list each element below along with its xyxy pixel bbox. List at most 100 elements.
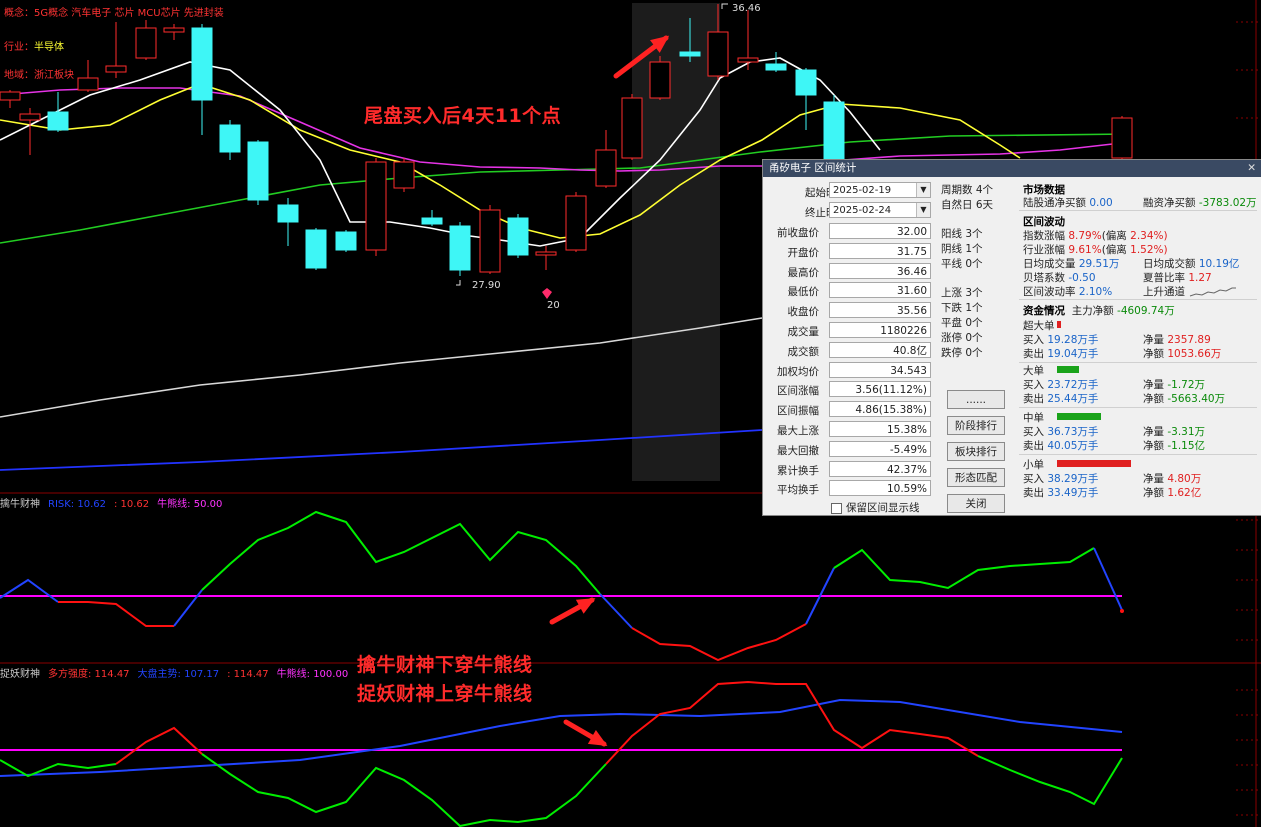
stat-label-text: 成交量 bbox=[787, 326, 820, 338]
sell-label: 卖出 bbox=[1023, 348, 1044, 360]
keep-range-checkbox[interactable]: 保留区间显示线 bbox=[831, 500, 920, 515]
indicator1-segment bbox=[599, 593, 633, 629]
start-time-value: 2025-02-19 bbox=[833, 185, 892, 196]
candle bbox=[649, 56, 671, 100]
concept-line: 概念：5G概念 汽车电子 芯片 MCU芯片 先进封装 bbox=[4, 4, 224, 19]
order-net: 净量 -3.31万 bbox=[1143, 424, 1205, 439]
indicator1-bullbear: 牛熊线: 50.00 bbox=[157, 499, 223, 510]
indicator1-name[interactable]: 擒牛财神 bbox=[0, 499, 40, 510]
industry-deviation-value: 1.52%) bbox=[1130, 244, 1168, 256]
stat-value: 1180226 bbox=[829, 322, 931, 338]
chevron-down-icon[interactable]: ▼ bbox=[916, 183, 930, 197]
stat-label-text: 前收盘价 bbox=[777, 227, 819, 239]
net-label: 净量 bbox=[1143, 379, 1164, 391]
industry-change-label: 行业涨幅 bbox=[1023, 244, 1065, 256]
candle bbox=[479, 205, 501, 274]
candle bbox=[1111, 116, 1133, 160]
candle bbox=[365, 158, 387, 256]
net-amount-value: -5663.40万 bbox=[1167, 393, 1226, 405]
candle-body bbox=[765, 63, 787, 71]
buy-value: 36.73万手 bbox=[1047, 426, 1099, 438]
indicator1-segment bbox=[631, 623, 807, 662]
trend-sparkline-icon bbox=[1190, 287, 1237, 297]
stat-value: 3.56(11.12%) bbox=[829, 381, 931, 398]
stage-rank-button[interactable]: 阶段排行 bbox=[947, 416, 1005, 435]
count-text: 阴线 1个 bbox=[941, 243, 983, 255]
region-label: 地域： bbox=[4, 70, 34, 81]
stat-value: 34.543 bbox=[829, 361, 931, 378]
order-buy: 买入 38.29万手 bbox=[1023, 471, 1098, 486]
stat-label: 最大回撤 bbox=[763, 440, 819, 460]
stat-label-text: 区间涨幅 bbox=[777, 385, 819, 398]
separator bbox=[1019, 454, 1257, 455]
industry-change: 行业涨幅 9.61%(偏离 1.52%) bbox=[1023, 242, 1168, 257]
candle bbox=[47, 92, 69, 132]
low-price-label: 27.90 bbox=[472, 280, 501, 291]
chevron-down-icon[interactable]: ▼ bbox=[916, 203, 930, 217]
candle bbox=[621, 94, 643, 160]
net-amount-label: 净额 bbox=[1143, 393, 1164, 405]
stat-label: 收盘价 bbox=[763, 301, 820, 321]
order-net-amount: 净额 -1.15亿 bbox=[1143, 438, 1205, 453]
stat-value: 35.56 bbox=[829, 302, 931, 319]
net-value: 2357.89 bbox=[1167, 334, 1211, 346]
stat-value: 31.60 bbox=[829, 282, 931, 299]
index-change-label: 指数涨幅 bbox=[1023, 230, 1065, 242]
beta-label: 贝塔系数 bbox=[1023, 272, 1065, 284]
stat-label-text: 最低价 bbox=[787, 286, 820, 299]
start-time-select[interactable]: 2025-02-19 ▼ bbox=[829, 182, 931, 198]
candle-body bbox=[219, 124, 241, 153]
index-change-value: 8.79% bbox=[1068, 230, 1102, 242]
interval-stats-dialog[interactable]: 甬矽电子 区间统计 ✕ 起始时间 2025-02-19 ▼ 终止时间 2025-0… bbox=[762, 159, 1261, 516]
net-amount-value: 1.62亿 bbox=[1167, 487, 1202, 499]
avg-amount-value: 10.19亿 bbox=[1198, 258, 1240, 270]
margin-label: 融资净买额 bbox=[1143, 197, 1196, 209]
sell-label: 卖出 bbox=[1023, 487, 1044, 499]
stat-value: -5.49% bbox=[829, 440, 931, 457]
avg-volume-label: 日均成交量 bbox=[1023, 258, 1076, 270]
candle-body bbox=[795, 69, 817, 96]
range-volatility-value: 2.10% bbox=[1078, 286, 1113, 298]
close-button[interactable]: 关闭 bbox=[947, 494, 1005, 513]
trend-channel-label: 上升通道 bbox=[1143, 286, 1185, 298]
end-time-select[interactable]: 2025-02-24 ▼ bbox=[829, 202, 931, 218]
net-label: 净量 bbox=[1143, 426, 1164, 438]
industry-deviation-label: (偏离 bbox=[1101, 244, 1127, 256]
candle bbox=[77, 60, 99, 92]
red-arrow bbox=[563, 719, 608, 747]
candle-body bbox=[77, 77, 99, 91]
stat-label-text: 最大回撤 bbox=[777, 444, 819, 457]
order-buy: 买入 36.73万手 bbox=[1023, 424, 1098, 439]
pattern-match-button[interactable]: 形态匹配 bbox=[947, 468, 1005, 487]
candle-body bbox=[1111, 117, 1133, 159]
stat-label-text: 区间振幅 bbox=[777, 405, 819, 418]
order-net: 净量 4.80万 bbox=[1143, 471, 1201, 486]
candle-body bbox=[737, 57, 759, 63]
stat-label-text: 平均换手 bbox=[777, 484, 819, 497]
indicator1-segment bbox=[833, 547, 1095, 590]
sell-value: 19.04万手 bbox=[1047, 348, 1099, 360]
dialog-titlebar[interactable]: 甬矽电子 区间统计 ✕ bbox=[763, 160, 1261, 177]
indicator2-name[interactable]: 捉妖财神 bbox=[0, 669, 40, 680]
stat-label: 最低价 bbox=[763, 281, 820, 301]
main-net-label: 主力净额 bbox=[1071, 305, 1114, 317]
sector-rank-button[interactable]: 板块排行 bbox=[947, 442, 1005, 461]
order-net: 净量 2357.89 bbox=[1143, 332, 1211, 347]
candle bbox=[765, 52, 787, 72]
more-button[interactable]: ...... bbox=[947, 390, 1005, 409]
close-icon[interactable]: ✕ bbox=[1247, 160, 1256, 177]
end-time-value: 2025-02-24 bbox=[833, 205, 892, 216]
high-price-marker: 36.46 bbox=[721, 3, 761, 14]
candle-body bbox=[621, 97, 643, 159]
candle-body bbox=[595, 149, 617, 187]
checkbox-box[interactable] bbox=[831, 502, 842, 514]
stat-label: 最大上涨 bbox=[763, 420, 819, 440]
candle bbox=[277, 198, 299, 246]
range-volatility: 区间波动率 2.10% bbox=[1023, 284, 1112, 299]
indicator2-header: 捉妖财神 多方强度: 114.47 大盘主势: 107.17: 114.47 牛熊线:… bbox=[0, 665, 356, 680]
stat-label: 成交量 bbox=[763, 321, 820, 341]
candle bbox=[595, 130, 617, 188]
buy-label: 买入 bbox=[1023, 473, 1044, 485]
indicator1-segment bbox=[58, 601, 174, 627]
indicator2-segment bbox=[115, 726, 203, 765]
